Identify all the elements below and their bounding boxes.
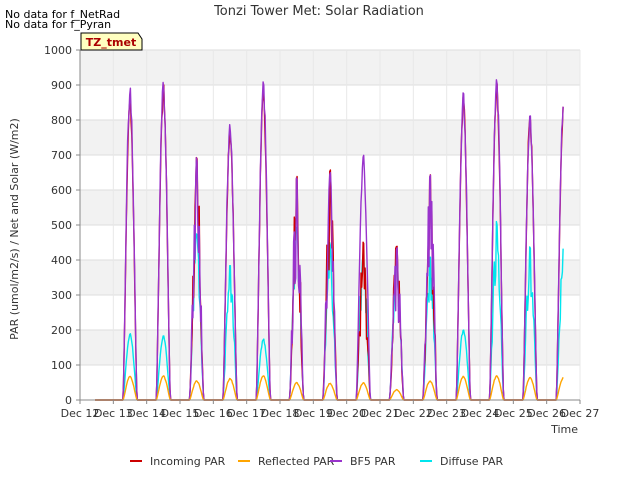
plot-band	[80, 120, 580, 155]
y-tick-label: 200	[51, 324, 72, 337]
legend-label: Incoming PAR	[150, 455, 226, 468]
y-tick-label: 1000	[44, 44, 72, 57]
legend-label: Diffuse PAR	[440, 455, 504, 468]
y-tick-label: 100	[51, 359, 72, 372]
y-tick-label: 600	[51, 184, 72, 197]
y-tick-label: 0	[65, 394, 72, 407]
y-tick-label: 300	[51, 289, 72, 302]
plot-band	[80, 260, 580, 295]
site-badge-label: TZ_tmet	[86, 36, 136, 49]
plot-band	[80, 330, 580, 365]
legend-label: BF5 PAR	[350, 455, 396, 468]
y-tick-label: 800	[51, 114, 72, 127]
plot-band	[80, 85, 580, 120]
plot-band	[80, 365, 580, 400]
y-tick-label: 700	[51, 149, 72, 162]
x-axis-label: Time	[550, 423, 578, 436]
plot-band	[80, 50, 580, 85]
y-axis-label: PAR (umol/m2/s) / Net and Solar (W/m2)	[8, 118, 21, 340]
x-tick-label: Dec 27	[561, 407, 600, 420]
y-tick-label: 500	[51, 219, 72, 232]
y-tick-label: 400	[51, 254, 72, 267]
site-badge: TZ_tmet	[80, 32, 143, 51]
legend: Incoming PAR Reflected PAR BF5 PAR Diffuse …	[130, 455, 504, 468]
plot-band	[80, 295, 580, 330]
chart-title: Tonzi Tower Met: Solar Radiation	[213, 4, 424, 19]
y-tick-label: 900	[51, 79, 72, 92]
legend-label: Reflected PAR	[258, 455, 335, 468]
solar-radiation-chart: Tonzi Tower Met: Solar Radiation 0 100 200…	[8, 4, 600, 468]
chart-figure: No data for f_NetRad No data for f_Pyran…	[0, 0, 640, 480]
